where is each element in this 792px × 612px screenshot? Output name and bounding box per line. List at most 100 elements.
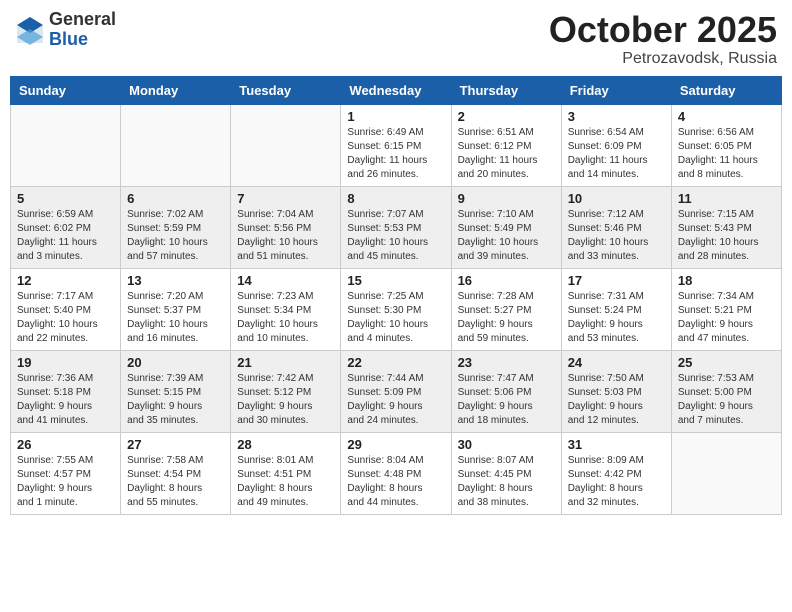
day-number: 31 bbox=[568, 437, 665, 452]
day-info: Sunrise: 7:23 AM Sunset: 5:34 PM Dayligh… bbox=[237, 290, 334, 346]
day-number: 19 bbox=[17, 355, 114, 370]
day-info: Sunrise: 6:59 AM Sunset: 6:02 PM Dayligh… bbox=[17, 208, 114, 264]
day-number: 30 bbox=[458, 437, 555, 452]
day-number: 10 bbox=[568, 191, 665, 206]
day-number: 27 bbox=[127, 437, 224, 452]
day-info: Sunrise: 8:01 AM Sunset: 4:51 PM Dayligh… bbox=[237, 454, 334, 510]
calendar-cell: 10 Sunrise: 7:12 AM Sunset: 5:46 PM Dayli… bbox=[561, 186, 671, 268]
calendar-header: SundayMondayTuesdayWednesdayThursdayFrid… bbox=[11, 76, 782, 104]
calendar-cell: 14 Sunrise: 7:23 AM Sunset: 5:34 PM Dayli… bbox=[231, 268, 341, 350]
calendar-cell: 17Sunrise: 7:31 AM Sunset: 5:24 PM Dayli… bbox=[561, 268, 671, 350]
calendar-week-row: 26 Sunrise: 7:55 AM Sunset: 4:57 PM Dayli… bbox=[11, 432, 782, 514]
day-info: Sunrise: 7:02 AM Sunset: 5:59 PM Dayligh… bbox=[127, 208, 224, 264]
day-number: 3 bbox=[568, 109, 665, 124]
day-info: Sunrise: 7:34 AM Sunset: 5:21 PM Dayligh… bbox=[678, 290, 775, 346]
calendar-cell: 24 Sunrise: 7:50 AM Sunset: 5:03 PM Dayli… bbox=[561, 350, 671, 432]
day-info: Sunrise: 7:50 AM Sunset: 5:03 PM Dayligh… bbox=[568, 372, 665, 428]
calendar-cell bbox=[231, 104, 341, 186]
day-number: 25 bbox=[678, 355, 775, 370]
day-number: 5 bbox=[17, 191, 114, 206]
day-number: 16 bbox=[458, 273, 555, 288]
calendar-cell: 30 Sunrise: 8:07 AM Sunset: 4:45 PM Dayli… bbox=[451, 432, 561, 514]
day-info: Sunrise: 7:10 AM Sunset: 5:49 PM Dayligh… bbox=[458, 208, 555, 264]
calendar-cell: 12 Sunrise: 7:17 AM Sunset: 5:40 PM Dayli… bbox=[11, 268, 121, 350]
calendar-body: 1Sunrise: 6:49 AM Sunset: 6:15 PM Daylig… bbox=[11, 104, 782, 514]
day-number: 22 bbox=[347, 355, 444, 370]
calendar-cell: 1Sunrise: 6:49 AM Sunset: 6:15 PM Daylig… bbox=[341, 104, 451, 186]
day-info: Sunrise: 7:25 AM Sunset: 5:30 PM Dayligh… bbox=[347, 290, 444, 346]
weekday-header: Thursday bbox=[451, 76, 561, 104]
calendar-cell: 11Sunrise: 7:15 AM Sunset: 5:43 PM Dayli… bbox=[671, 186, 781, 268]
calendar-cell: 2 Sunrise: 6:51 AM Sunset: 6:12 PM Daylig… bbox=[451, 104, 561, 186]
calendar-cell: 9 Sunrise: 7:10 AM Sunset: 5:49 PM Daylig… bbox=[451, 186, 561, 268]
calendar-cell: 21Sunrise: 7:42 AM Sunset: 5:12 PM Dayli… bbox=[231, 350, 341, 432]
calendar-cell bbox=[11, 104, 121, 186]
day-number: 18 bbox=[678, 273, 775, 288]
day-info: Sunrise: 7:39 AM Sunset: 5:15 PM Dayligh… bbox=[127, 372, 224, 428]
day-number: 13 bbox=[127, 273, 224, 288]
day-info: Sunrise: 7:58 AM Sunset: 4:54 PM Dayligh… bbox=[127, 454, 224, 510]
day-info: Sunrise: 7:53 AM Sunset: 5:00 PM Dayligh… bbox=[678, 372, 775, 428]
weekday-header: Sunday bbox=[11, 76, 121, 104]
calendar-cell: 3 Sunrise: 6:54 AM Sunset: 6:09 PM Daylig… bbox=[561, 104, 671, 186]
weekday-header: Wednesday bbox=[341, 76, 451, 104]
logo-icon bbox=[15, 15, 45, 45]
calendar-cell bbox=[121, 104, 231, 186]
day-number: 7 bbox=[237, 191, 334, 206]
day-info: Sunrise: 6:49 AM Sunset: 6:15 PM Dayligh… bbox=[347, 126, 444, 182]
day-number: 23 bbox=[458, 355, 555, 370]
calendar-cell: 27 Sunrise: 7:58 AM Sunset: 4:54 PM Dayli… bbox=[121, 432, 231, 514]
day-number: 14 bbox=[237, 273, 334, 288]
day-info: Sunrise: 7:12 AM Sunset: 5:46 PM Dayligh… bbox=[568, 208, 665, 264]
location: Petrozavodsk, Russia bbox=[549, 50, 777, 68]
day-info: Sunrise: 7:17 AM Sunset: 5:40 PM Dayligh… bbox=[17, 290, 114, 346]
calendar-cell: 31 Sunrise: 8:09 AM Sunset: 4:42 PM Dayli… bbox=[561, 432, 671, 514]
day-info: Sunrise: 6:54 AM Sunset: 6:09 PM Dayligh… bbox=[568, 126, 665, 182]
logo-general: General bbox=[49, 10, 116, 30]
day-info: Sunrise: 8:09 AM Sunset: 4:42 PM Dayligh… bbox=[568, 454, 665, 510]
day-info: Sunrise: 7:28 AM Sunset: 5:27 PM Dayligh… bbox=[458, 290, 555, 346]
day-number: 4 bbox=[678, 109, 775, 124]
weekday-header: Monday bbox=[121, 76, 231, 104]
day-number: 29 bbox=[347, 437, 444, 452]
day-number: 9 bbox=[458, 191, 555, 206]
calendar-cell: 20 Sunrise: 7:39 AM Sunset: 5:15 PM Dayli… bbox=[121, 350, 231, 432]
calendar-cell: 16 Sunrise: 7:28 AM Sunset: 5:27 PM Dayli… bbox=[451, 268, 561, 350]
day-info: Sunrise: 7:04 AM Sunset: 5:56 PM Dayligh… bbox=[237, 208, 334, 264]
day-info: Sunrise: 7:36 AM Sunset: 5:18 PM Dayligh… bbox=[17, 372, 114, 428]
logo-blue: Blue bbox=[49, 30, 116, 50]
calendar-cell: 29 Sunrise: 8:04 AM Sunset: 4:48 PM Dayli… bbox=[341, 432, 451, 514]
day-number: 6 bbox=[127, 191, 224, 206]
day-number: 11 bbox=[678, 191, 775, 206]
calendar-cell: 7 Sunrise: 7:04 AM Sunset: 5:56 PM Daylig… bbox=[231, 186, 341, 268]
day-info: Sunrise: 7:20 AM Sunset: 5:37 PM Dayligh… bbox=[127, 290, 224, 346]
day-number: 26 bbox=[17, 437, 114, 452]
calendar-cell bbox=[671, 432, 781, 514]
day-info: Sunrise: 7:47 AM Sunset: 5:06 PM Dayligh… bbox=[458, 372, 555, 428]
day-number: 28 bbox=[237, 437, 334, 452]
day-info: Sunrise: 8:07 AM Sunset: 4:45 PM Dayligh… bbox=[458, 454, 555, 510]
calendar-cell: 4Sunrise: 6:56 AM Sunset: 6:05 PM Daylig… bbox=[671, 104, 781, 186]
day-number: 20 bbox=[127, 355, 224, 370]
calendar-cell: 26 Sunrise: 7:55 AM Sunset: 4:57 PM Dayli… bbox=[11, 432, 121, 514]
day-info: Sunrise: 6:51 AM Sunset: 6:12 PM Dayligh… bbox=[458, 126, 555, 182]
day-number: 15 bbox=[347, 273, 444, 288]
weekday-header: Friday bbox=[561, 76, 671, 104]
day-number: 2 bbox=[458, 109, 555, 124]
day-info: Sunrise: 7:44 AM Sunset: 5:09 PM Dayligh… bbox=[347, 372, 444, 428]
calendar-cell: 6 Sunrise: 7:02 AM Sunset: 5:59 PM Daylig… bbox=[121, 186, 231, 268]
calendar-week-row: 19 Sunrise: 7:36 AM Sunset: 5:18 PM Dayli… bbox=[11, 350, 782, 432]
calendar: SundayMondayTuesdayWednesdayThursdayFrid… bbox=[10, 76, 782, 515]
day-info: Sunrise: 7:31 AM Sunset: 5:24 PM Dayligh… bbox=[568, 290, 665, 346]
calendar-cell: 13 Sunrise: 7:20 AM Sunset: 5:37 PM Dayli… bbox=[121, 268, 231, 350]
calendar-cell: 25 Sunrise: 7:53 AM Sunset: 5:00 PM Dayli… bbox=[671, 350, 781, 432]
calendar-cell: 22 Sunrise: 7:44 AM Sunset: 5:09 PM Dayli… bbox=[341, 350, 451, 432]
calendar-cell: 19 Sunrise: 7:36 AM Sunset: 5:18 PM Dayli… bbox=[11, 350, 121, 432]
weekday-header: Tuesday bbox=[231, 76, 341, 104]
day-number: 24 bbox=[568, 355, 665, 370]
day-number: 12 bbox=[17, 273, 114, 288]
calendar-cell: 5 Sunrise: 6:59 AM Sunset: 6:02 PM Daylig… bbox=[11, 186, 121, 268]
day-info: Sunrise: 7:55 AM Sunset: 4:57 PM Dayligh… bbox=[17, 454, 114, 510]
month-title: October 2025 bbox=[549, 10, 777, 50]
day-info: Sunrise: 8:04 AM Sunset: 4:48 PM Dayligh… bbox=[347, 454, 444, 510]
